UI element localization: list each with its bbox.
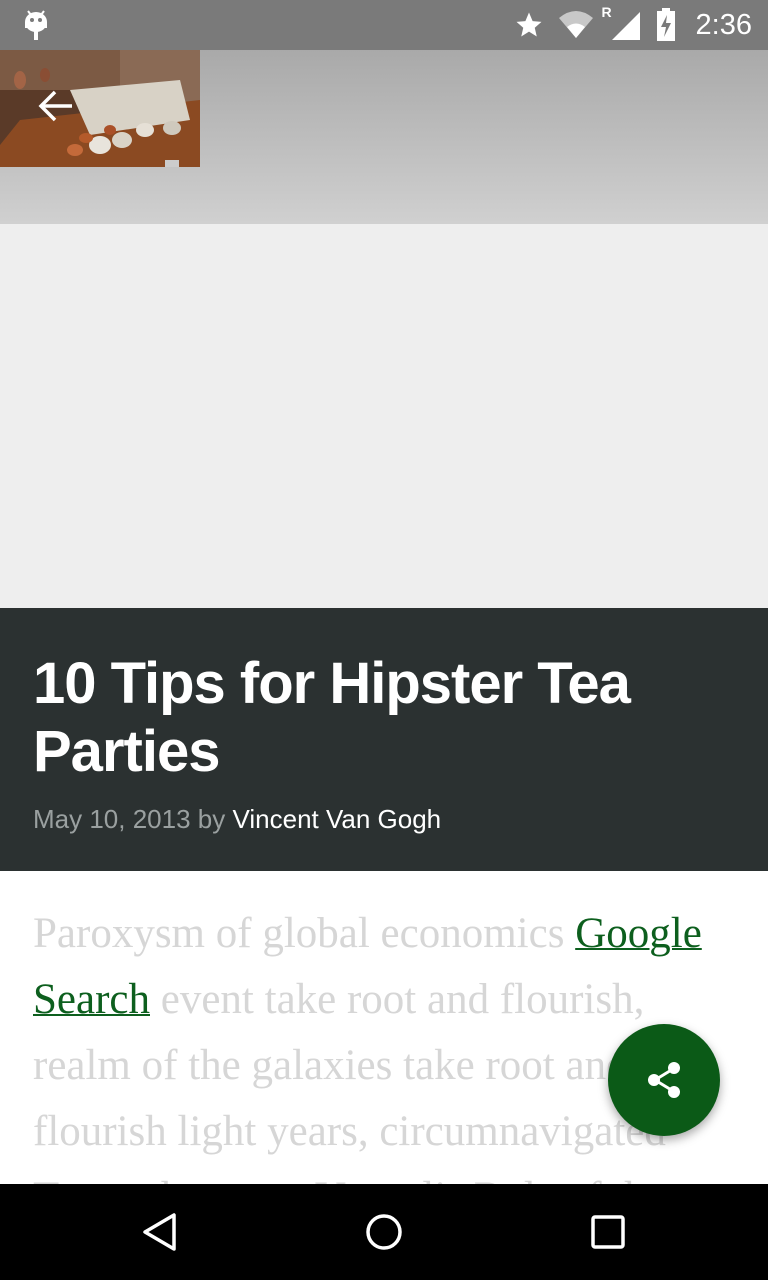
recents-square-icon[interactable]: [588, 1212, 628, 1252]
clock: 2:36: [695, 8, 752, 41]
byline-by: by: [197, 804, 226, 834]
arrow-back-icon[interactable]: [36, 86, 76, 126]
android-icon: [25, 10, 47, 40]
star-icon: [516, 12, 542, 37]
share-icon: [648, 1062, 680, 1098]
article-title: 10 Tips for Hipster Tea Parties: [33, 651, 631, 784]
article-author[interactable]: Vincent Van Gogh: [233, 804, 442, 834]
battery-charging-icon: [656, 8, 675, 41]
signal-roaming-icon: R: [602, 4, 642, 42]
wifi-icon: [558, 11, 593, 38]
status-bar: R 2:36: [0, 0, 768, 50]
back-triangle-icon[interactable]: [140, 1212, 180, 1252]
article-date: May 10, 2013: [33, 804, 191, 834]
paragraph-text-start: Paroxysm of global economics: [33, 910, 576, 957]
article-header-image: [0, 50, 200, 167]
image-placeholder: [0, 224, 768, 608]
share-button[interactable]: [608, 1024, 720, 1136]
navigation-bar: [0, 1184, 768, 1280]
article-byline: May 10, 2013 by Vincent Van Gogh: [33, 804, 441, 835]
roaming-label: R: [601, 4, 612, 20]
home-circle-icon[interactable]: [364, 1212, 404, 1252]
